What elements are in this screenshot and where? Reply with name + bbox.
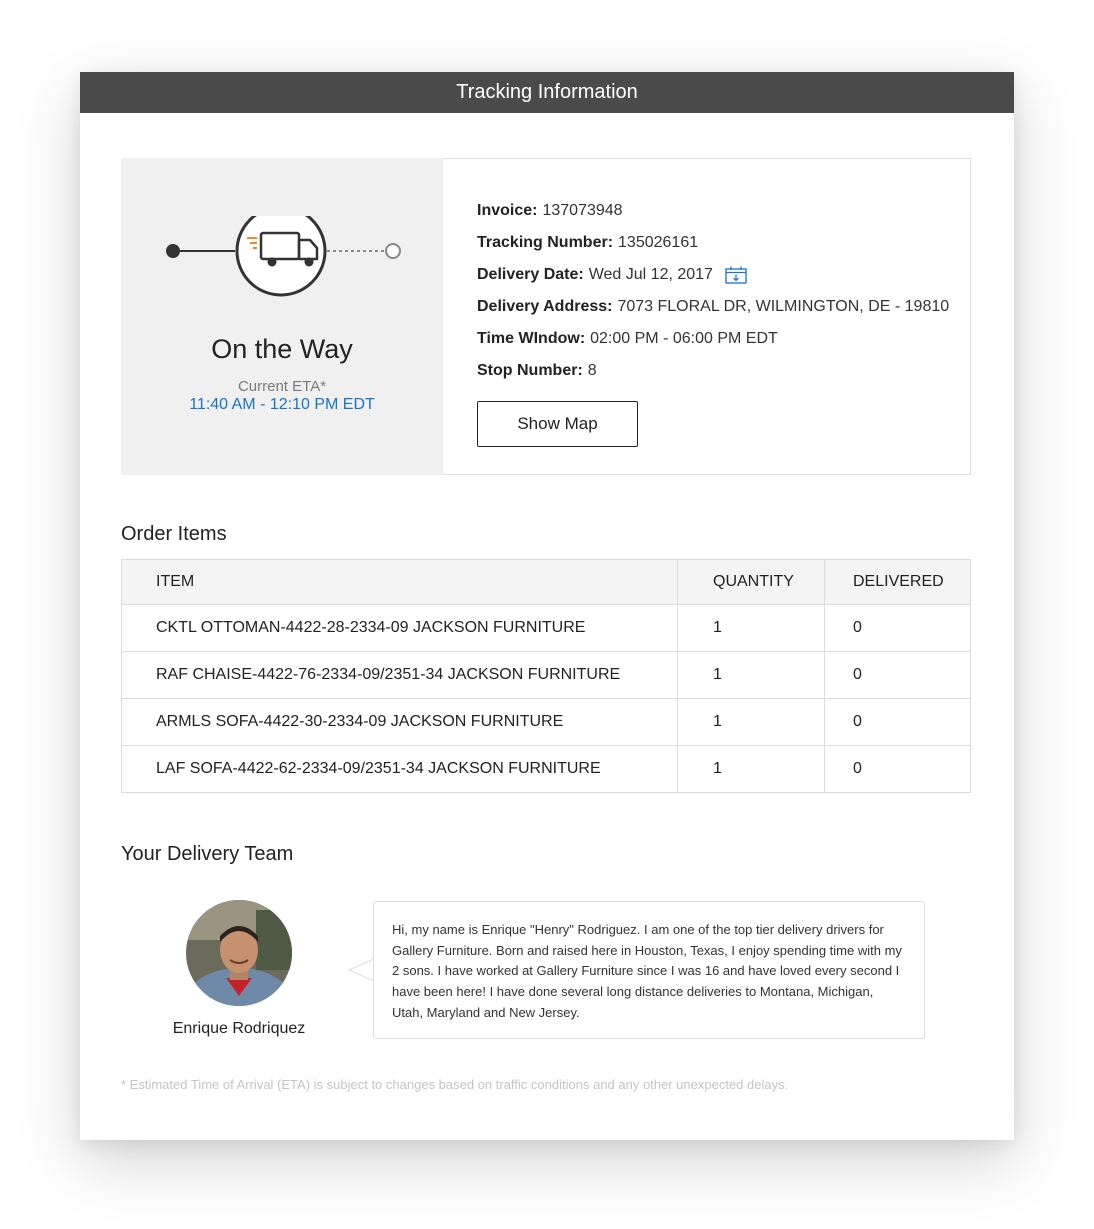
delivered-cell: 0 [824,604,971,652]
delivery-date-value: Wed Jul 12, 2017 [588,266,713,283]
delivered-column-header: DELIVERED [824,559,971,605]
driver-bio: Hi, my name is Enrique "Henry" Rodriguez… [373,901,925,1039]
time-window-label: Time WIndow: [477,330,586,347]
item-cell: LAF SOFA-4422-62-2334-09/2351-34 JACKSON… [121,745,678,793]
stop-value: 8 [587,362,597,379]
invoice-value: 137073948 [542,202,623,219]
item-cell: ARMLS SOFA-4422-30-2334-09 JACKSON FURNI… [121,698,678,746]
eta-label: Current ETA* [237,378,327,395]
quantity-cell: 1 [677,651,825,699]
delivery-team-title: Your Delivery Team [121,843,294,865]
speech-bubble-tail [348,959,375,981]
stop-row: Stop Number: 8 [477,361,970,393]
table-row: LAF SOFA-4422-62-2334-09/2351-34 JACKSON… [121,745,971,793]
delivered-cell: 0 [824,651,971,699]
quantity-cell: 1 [677,604,825,652]
time-window-value: 02:00 PM - 06:00 PM EDT [590,330,778,347]
quantity-cell: 1 [677,698,825,746]
eta-value: 11:40 AM - 12:10 PM EDT [189,396,375,413]
delivery-details: Invoice: 137073948 Tracking Number: 1350… [443,158,971,475]
page-header: Tracking Information [80,72,1014,113]
time-window-row: Time WIndow: 02:00 PM - 06:00 PM EDT [477,329,970,361]
tracking-value: 135026161 [618,234,699,251]
delivery-status: On the Way Current ETA* 11:40 AM - 12:10… [121,158,443,475]
invoice-row: Invoice: 137073948 [477,201,970,233]
timeline-end-dot [385,243,401,259]
eta-disclaimer: * Estimated Time of Arrival (ETA) is sub… [121,1077,789,1092]
quantity-column-header: QUANTITY [677,559,825,605]
show-map-button[interactable]: Show Map [477,401,638,447]
item-cell: CKTL OTTOMAN-4422-28-2334-09 JACKSON FUR… [121,604,678,652]
item-cell: RAF CHAISE-4422-76-2334-09/2351-34 JACKS… [121,651,678,699]
order-items-title: Order Items [121,523,227,545]
status-panel: On the Way Current ETA* 11:40 AM - 12:10… [121,158,971,475]
tracking-card: Tracking Information On the Way Current … [80,72,1014,1140]
tracking-row: Tracking Number: 135026161 [477,233,970,265]
truck-icon [235,216,327,297]
item-column-header: ITEM [121,559,678,605]
table-row: ARMLS SOFA-4422-30-2334-09 JACKSON FURNI… [121,698,971,746]
table-row: CKTL OTTOMAN-4422-28-2334-09 JACKSON FUR… [121,604,971,652]
address-value: 7073 FLORAL DR, WILMINGTON, DE - 19810 [617,298,950,315]
table-header-row: ITEM QUANTITY DELIVERED [121,559,971,605]
truck-timeline [166,216,401,297]
status-title: On the Way [211,334,353,364]
delivery-date-row: Delivery Date: Wed Jul 12, 2017 [477,265,970,297]
stop-label: Stop Number: [477,362,583,379]
table-row: RAF CHAISE-4422-76-2334-09/2351-34 JACKS… [121,651,971,699]
avatar [186,900,292,1006]
calendar-download-icon[interactable] [725,266,747,284]
tracking-label: Tracking Number: [477,234,614,251]
delivered-cell: 0 [824,698,971,746]
order-items-table: ITEM QUANTITY DELIVERED CKTL OTTOMAN-442… [121,559,971,793]
address-row: Delivery Address: 7073 FLORAL DR, WILMIN… [477,297,970,329]
delivered-cell: 0 [824,745,971,793]
address-label: Delivery Address: [477,298,613,315]
page-title: Tracking Information [456,81,638,103]
quantity-cell: 1 [677,745,825,793]
delivery-date-label: Delivery Date: [477,266,584,283]
invoice-label: Invoice: [477,202,538,219]
driver-name: Enrique Rodriquez [172,1020,306,1037]
